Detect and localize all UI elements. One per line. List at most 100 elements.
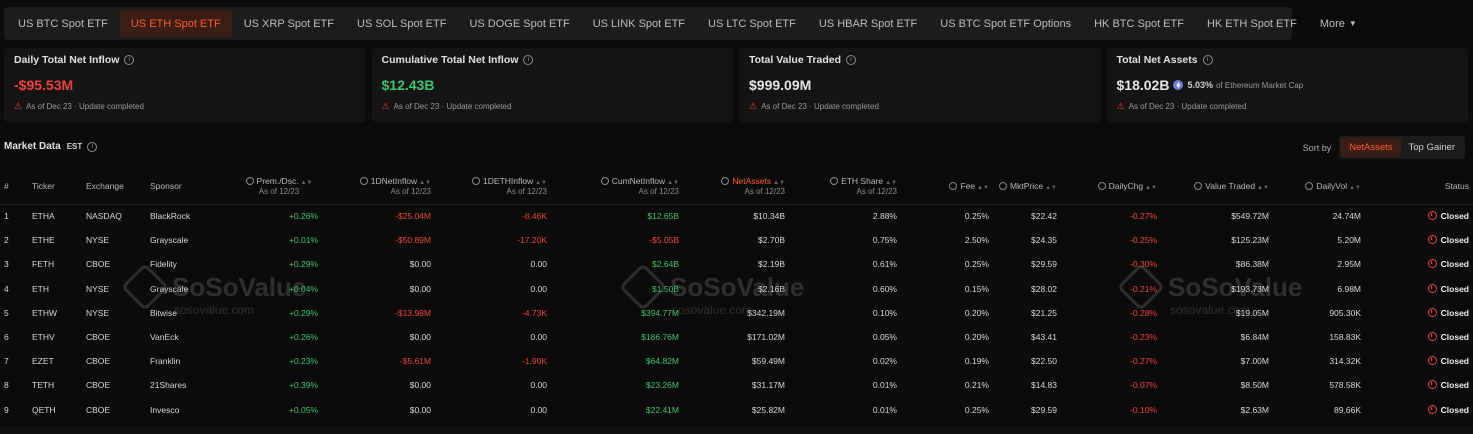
table-row[interactable]: 4 ETH NYSE Grayscale +0.04% $0.00 0.00 $1.50B $2… [0, 277, 1473, 301]
mkt-price-cell: $28.02 [1031, 283, 1057, 294]
row-number: 7 [4, 356, 9, 367]
table-row[interactable]: 3 FETH CBOE Fidelity +0.29% $0.00 0.00 $2.64B $2… [0, 252, 1473, 276]
tab-hk-btc-spot-etf[interactable]: HK BTC Spot ETF [1083, 10, 1195, 37]
tab-us-eth-spot-etf[interactable]: US ETH Spot ETF [119, 10, 232, 37]
col-net-assets[interactable]: NetAssets ▲▼ As of 12/23 [683, 168, 789, 205]
clock-icon [1427, 356, 1437, 366]
eth-share-cell: 0.01% [872, 404, 897, 415]
table-row[interactable]: 8 TETH CBOE 21Shares +0.39% $0.00 0.00 $23.26M $… [0, 373, 1473, 397]
ticker-cell[interactable]: QETH [28, 398, 82, 422]
info-icon [999, 181, 1008, 190]
daily-chg-cell: -0.25% [1130, 235, 1157, 246]
status-text: Closed [1440, 211, 1469, 222]
ticker-cell[interactable]: ETH [28, 277, 82, 301]
value-traded-cell: $125.23M [1231, 235, 1269, 246]
info-icon[interactable]: i [1202, 55, 1213, 65]
table-row[interactable]: 6 ETHV CBOE VanEck +0.26% $0.00 0.00 $186.76M $1… [0, 325, 1473, 349]
tab-us-link-spot-etf[interactable]: US LINK Spot ETF [582, 10, 696, 37]
tab-us-btc-spot-etf-options[interactable]: US BTC Spot ETF Options [929, 10, 1082, 37]
tab-us-xrp-spot-etf[interactable]: US XRP Spot ETF [233, 10, 345, 37]
col-daily-vol[interactable]: DailyVol ▲▼ [1273, 168, 1365, 205]
tab-us-btc-spot-etf[interactable]: US BTC Spot ETF [7, 10, 119, 37]
col-1d-net-inflow[interactable]: 1DNetInflow ▲▼ As of 12/23 [322, 168, 435, 205]
info-icon[interactable]: i [124, 55, 135, 65]
col-as-of: As of 12/23 [258, 186, 300, 196]
sort-icon: ▲▼ [300, 179, 313, 186]
sort-net-assets-button[interactable]: NetAssets [1341, 138, 1401, 157]
tab-us-sol-spot-etf[interactable]: US SOL Spot ETF [346, 10, 457, 37]
net-assets-cell: $342.19M [747, 307, 785, 318]
col-fee-label: Fee [960, 180, 976, 191]
tab-more[interactable]: More ▼ [1309, 10, 1368, 37]
card-title-text: Daily Total Net Inflow [14, 54, 120, 66]
mkt-price-cell: $29.59 [1031, 404, 1057, 415]
status-text: Closed [1440, 356, 1469, 367]
card-daily-net-inflow: Daily Total Net Inflow i -$95.53M ⚠ As of … [4, 48, 366, 122]
card-title: Total Net Assets i [1117, 54, 1459, 66]
ticker-cell[interactable]: ETHW [28, 301, 82, 325]
table-row[interactable]: 2 ETHE NYSE Grayscale +0.01% -$50.89M -17.20K -… [0, 228, 1473, 252]
card-note-text: As of Dec 23 · Update completed [761, 102, 879, 111]
daily-vol-cell: 314.32K [1329, 356, 1361, 367]
tab-us-ltc-spot-etf[interactable]: US LTC Spot ETF [697, 10, 807, 37]
col-daily-chg[interactable]: DailyChg ▲▼ [1061, 168, 1161, 205]
eth-share-cell: 0.05% [872, 332, 897, 343]
sponsor-cell: Grayscale [150, 235, 189, 246]
daily-chg-cell: -0.10% [1130, 404, 1157, 415]
value-traded-cell: $193.73M [1231, 283, 1269, 294]
tab-hk-eth-spot-etf[interactable]: HK ETH Spot ETF [1196, 10, 1308, 37]
exchange-cell: NYSE [86, 283, 110, 294]
info-icon[interactable]: i [87, 141, 98, 152]
value-traded-cell: $7.00M [1240, 356, 1269, 367]
exchange-cell: CBOE [86, 404, 111, 415]
ticker-cell[interactable]: EZET [28, 349, 82, 373]
ticker-cell[interactable]: FETH [28, 252, 82, 276]
card-note: ⚠ As of Dec 23 · Update completed [382, 101, 724, 112]
sort-top-gainer-button[interactable]: Top Gainer [1401, 138, 1463, 157]
daily-chg-cell: -0.21% [1130, 283, 1157, 294]
ticker-cell[interactable]: TETH [28, 373, 82, 397]
col-fee[interactable]: Fee ▲▼ [901, 168, 993, 205]
col-value-traded[interactable]: Value Traded ▲▼ [1161, 168, 1273, 205]
eth-inflow-cell: -17.20K [517, 235, 547, 246]
card-note-text: As of Dec 23 · Update completed [26, 102, 144, 111]
col-1d-eth-inflow[interactable]: 1DETHInflow ▲▼ As of 12/23 [435, 168, 551, 205]
table-row[interactable]: 9 QETH CBOE Invesco +0.05% $0.00 0.00 $22.41M $2… [0, 398, 1473, 422]
sort-icon: ▲▼ [1349, 184, 1361, 191]
col-as-of: As of 12/23 [506, 186, 547, 196]
table-row[interactable]: 5 ETHW NYSE Bitwise +0.29% -$13.98M -4.73K $394… [0, 301, 1473, 325]
ticker-cell[interactable]: ETHE [28, 228, 82, 252]
net-assets-cell: $10.34B [753, 211, 785, 222]
col-eth-share[interactable]: ETH Share ▲▼ As of 12/23 [789, 168, 901, 205]
table-row[interactable]: 1 ETHA NASDAQ BlackRock +0.26% -$25.04M -8.46K… [0, 204, 1473, 228]
ticker-cell[interactable]: ETHV [28, 325, 82, 349]
col-prem-dsc[interactable]: Prem./Dsc. ▲▼ As of 12/23 [236, 168, 322, 205]
value-traded-cell: $549.72M [1231, 211, 1269, 222]
info-icon[interactable]: i [523, 55, 534, 65]
col-mkt-price[interactable]: MktPrice ▲▼ [993, 168, 1061, 205]
col-as-of: As of 12/23 [390, 186, 431, 196]
eth-share-cell: 0.60% [872, 283, 897, 294]
status-cell: Closed [1365, 398, 1473, 422]
info-icon[interactable]: i [846, 55, 856, 65]
sponsor-cell: VanEck [150, 332, 179, 343]
card-value: $12.43B [381, 77, 435, 93]
fee-cell: 0.15% [964, 283, 989, 294]
sponsor-cell: Franklin [150, 356, 181, 367]
ticker-cell[interactable]: ETHA [28, 204, 82, 228]
exchange-cell: CBOE [86, 332, 111, 343]
clock-icon [1427, 307, 1437, 317]
card-total-value-traded: Total Value Traded i $999.09M ⚠ As of Dec … [739, 48, 1101, 122]
net-assets-value: $18.02B [1116, 77, 1170, 93]
table-body: 1 ETHA NASDAQ BlackRock +0.26% -$25.04M -8.46K… [0, 204, 1473, 422]
col-cum-net-inflow[interactable]: CumNetInflow ▲▼ As of 12/23 [551, 168, 683, 205]
tab-us-hbar-spot-etf[interactable]: US HBAR Spot ETF [808, 10, 928, 37]
row-number: 8 [4, 380, 9, 391]
net-inflow-cell: $0.00 [409, 259, 431, 270]
mkt-price-cell: $22.42 [1031, 211, 1057, 222]
daily-chg-cell: -0.07% [1130, 380, 1157, 391]
table-row[interactable]: 7 EZET CBOE Franklin +0.23% -$5.61M -1.90K $64.… [0, 349, 1473, 373]
tab-us-doge-spot-etf[interactable]: US DOGE Spot ETF [458, 10, 580, 37]
daily-vol-cell: 5.20M [1337, 235, 1361, 246]
sponsor-cell: Fidelity [150, 259, 177, 270]
